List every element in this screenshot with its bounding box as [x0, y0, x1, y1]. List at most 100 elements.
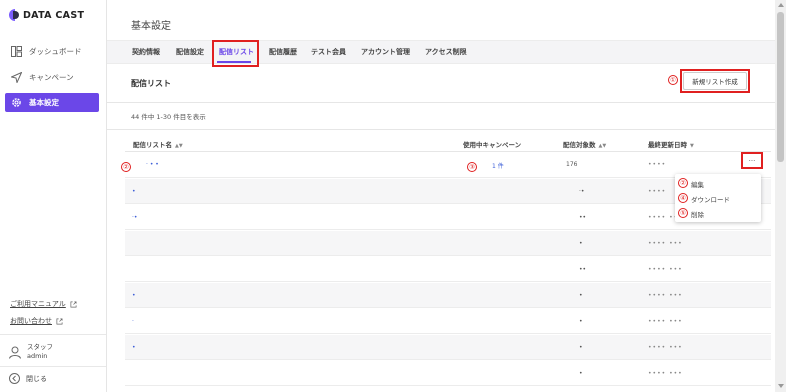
- list-name-link[interactable]: · • •: [146, 161, 159, 168]
- result-count: 44 件中 1-30 件目を表示: [131, 113, 206, 121]
- sidebar: DATA CAST ダッシュボード キャンペーン 基本設定 ご利用マニュアル お…: [0, 0, 107, 392]
- target-count: •: [579, 344, 583, 351]
- logo-text: DATA CAST: [23, 9, 85, 21]
- divider: [107, 129, 775, 130]
- sidebar-item-label: ダッシュボード: [29, 47, 82, 56]
- column-header-updated[interactable]: 最終更新日時 ▼: [648, 139, 694, 149]
- dashboard-icon: [10, 46, 22, 58]
- table-row[interactable]: • •••• •••: [125, 231, 771, 256]
- scroll-down-arrow-icon[interactable]: [778, 384, 784, 388]
- target-count: ••: [579, 214, 587, 221]
- tab-account-management[interactable]: アカウント管理: [361, 47, 410, 57]
- column-header-label: 最終更新日時: [648, 141, 687, 149]
- annotation-badge-2: ②: [678, 178, 688, 188]
- user-icon: [9, 346, 21, 359]
- sort-icon: ▲▼: [598, 143, 607, 149]
- target-count: ••: [579, 266, 587, 273]
- divider: [107, 102, 775, 103]
- sidebar-divider: [0, 366, 106, 367]
- tab-highlight-box: [212, 40, 259, 67]
- sort-icon: ▲▼: [175, 143, 183, 149]
- logo-mark-icon: [9, 9, 19, 21]
- target-count: •: [579, 292, 583, 299]
- updated-at: ••••: [648, 161, 667, 168]
- target-count: •: [579, 370, 583, 377]
- table-row[interactable]: •• •••• •••: [125, 257, 771, 282]
- vertical-scrollbar[interactable]: [775, 0, 786, 392]
- updated-at: •••• •••: [648, 370, 683, 377]
- list-name-link[interactable]: •: [132, 292, 136, 299]
- scrollbar-thumb[interactable]: [777, 12, 784, 162]
- user-role: スタッフ: [27, 343, 53, 351]
- user-text: スタッフ admin: [27, 343, 53, 361]
- manual-link-label: ご利用マニュアル: [10, 300, 66, 308]
- updated-at: •••• •••: [648, 266, 683, 273]
- target-count: ·•: [579, 188, 585, 195]
- new-list-button[interactable]: 新規リスト作成: [683, 72, 747, 90]
- manual-link[interactable]: ご利用マニュアル: [10, 299, 77, 309]
- close-label: 閉じる: [26, 374, 47, 383]
- contact-link[interactable]: お問い合わせ: [10, 316, 63, 326]
- menu-item-edit[interactable]: 編集: [691, 179, 704, 189]
- column-header-campaign: 使用中キャンペーン: [463, 141, 522, 149]
- menu-item-delete[interactable]: 削除: [691, 209, 704, 219]
- row-menu-button[interactable]: ···: [741, 152, 763, 169]
- list-name-link[interactable]: ·•: [132, 214, 137, 221]
- updated-at: ••••: [648, 188, 667, 195]
- table-row[interactable]: · • • 1 件 176 ••••: [125, 152, 771, 178]
- column-header-count[interactable]: 配信対象数 ▲▼: [563, 139, 606, 149]
- sort-icon: ▼: [690, 143, 694, 149]
- tab-bar: 契約情報 配信設定 配信リスト 配信履歴 テスト会員 アカウント管理 アクセス制…: [107, 40, 775, 64]
- tab-access-restriction[interactable]: アクセス制限: [425, 47, 467, 57]
- list-name-link[interactable]: •: [132, 188, 136, 195]
- updated-at: •••• •••: [648, 344, 683, 351]
- contact-link-label: お問い合わせ: [10, 317, 52, 325]
- updated-at: •••• •••: [648, 292, 683, 299]
- column-header-label: 配信対象数: [563, 141, 596, 149]
- tab-delivery-history[interactable]: 配信履歴: [269, 47, 297, 57]
- tab-contract-info[interactable]: 契約情報: [132, 47, 160, 57]
- annotation-badge-3: ③: [467, 162, 477, 172]
- annotation-badge-5: ⑤: [678, 208, 688, 218]
- collapse-left-icon: [9, 373, 20, 384]
- scroll-up-arrow-icon[interactable]: [778, 3, 784, 7]
- user-name: admin: [27, 352, 48, 360]
- sidebar-item-dashboard[interactable]: ダッシュボード: [5, 42, 99, 61]
- sidebar-divider: [0, 334, 106, 335]
- table-row[interactable]: · • •••• •••: [125, 309, 771, 334]
- sidebar-item-label: 基本設定: [29, 98, 59, 107]
- user-info[interactable]: スタッフ admin: [9, 343, 53, 361]
- list-name-link[interactable]: •: [132, 344, 136, 351]
- table-row[interactable]: • •••• •••: [125, 361, 771, 386]
- page-title: 基本設定: [131, 21, 171, 32]
- target-count: •: [579, 240, 583, 247]
- target-count: •: [579, 318, 583, 325]
- row-actions-menu: ② 編集 ④ ダウンロード ⑤ 削除: [675, 174, 761, 222]
- list-name-link[interactable]: ·: [132, 318, 134, 325]
- annotation-badge-4: ④: [678, 193, 688, 203]
- column-header-list-name[interactable]: 配信リスト名 ▲▼: [133, 139, 183, 149]
- annotation-badge-2: ②: [121, 162, 131, 172]
- tab-delivery-settings[interactable]: 配信設定: [176, 47, 204, 57]
- column-header-label: 配信リスト名: [133, 141, 172, 149]
- annotation-badge-1: ①: [668, 75, 678, 85]
- send-icon: [10, 72, 22, 84]
- table-row[interactable]: • • •••• •••: [125, 283, 771, 308]
- updated-at: •••• •••: [648, 318, 683, 325]
- table-row[interactable]: • • •••• •••: [125, 335, 771, 360]
- main-content: 基本設定 契約情報 配信設定 配信リスト 配信履歴 テスト会員 アカウント管理 …: [107, 0, 775, 392]
- logo: DATA CAST: [9, 9, 84, 21]
- sidebar-item-label: キャンペーン: [29, 73, 74, 82]
- section-title: 配信リスト: [131, 79, 171, 88]
- tab-test-members[interactable]: テスト会員: [311, 47, 346, 57]
- sidebar-item-settings[interactable]: 基本設定: [5, 93, 99, 112]
- external-link-icon: [70, 301, 77, 307]
- external-link-icon: [56, 318, 63, 324]
- campaign-count-link[interactable]: 1 件: [492, 161, 504, 170]
- target-count: 176: [566, 161, 578, 168]
- gear-icon: [10, 97, 22, 109]
- close-sidebar-button[interactable]: 閉じる: [9, 373, 47, 384]
- sidebar-item-campaign[interactable]: キャンペーン: [5, 68, 99, 87]
- updated-at: •••• •••: [648, 240, 683, 247]
- menu-item-download[interactable]: ダウンロード: [691, 194, 730, 204]
